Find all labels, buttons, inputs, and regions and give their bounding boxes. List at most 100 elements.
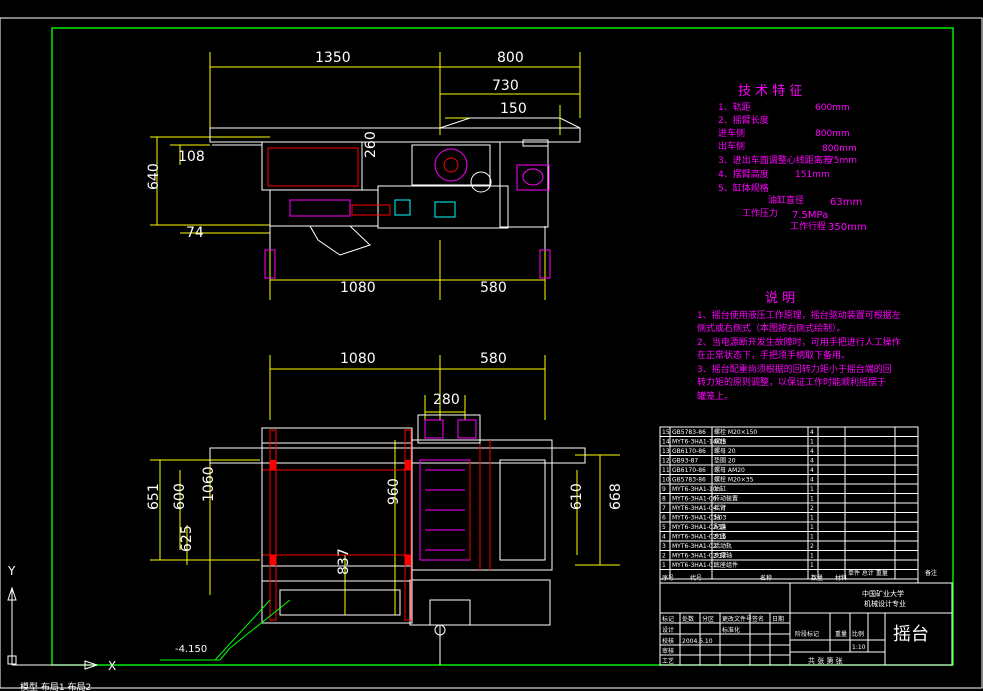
bom-cell-no: 3 bbox=[662, 543, 666, 550]
bom-cell-no: 7 bbox=[662, 505, 666, 512]
tb-header-2: 分区 bbox=[702, 615, 714, 623]
dim-top-1350: 1350 bbox=[315, 50, 351, 66]
bom-cell-name: 底座组件 bbox=[714, 561, 738, 569]
notes-title: 说 明 bbox=[765, 291, 795, 306]
bom-header-rem: 备注 bbox=[925, 569, 937, 577]
bom-cell-name: 轴 bbox=[714, 514, 720, 522]
cyl-value-3: 350mm bbox=[828, 222, 867, 233]
bom-cell-name: 支撑轴 bbox=[714, 552, 732, 560]
bom-cell-name: 螺栓 bbox=[714, 438, 726, 446]
bom-cell-qty: 1 bbox=[810, 486, 814, 493]
bom-cell-qty: 1 bbox=[810, 534, 814, 541]
dim-top-150: 150 bbox=[500, 101, 527, 117]
bom-cell-code: MYT6-3HA1-04 bbox=[672, 505, 717, 512]
ucs-icon: Y X bbox=[7, 564, 116, 673]
dim-bot-651: 651 bbox=[146, 483, 162, 510]
bom-cell-no: 8 bbox=[662, 496, 666, 503]
cyl-value-1: 63mm bbox=[830, 197, 862, 208]
dim-bot-668: 668 bbox=[608, 483, 624, 510]
dim-top-800: 800 bbox=[497, 50, 524, 66]
bom-header-name: 名称 bbox=[760, 574, 772, 582]
dim-top-580: 580 bbox=[480, 280, 507, 296]
bom-cell-qty: 1 bbox=[810, 524, 814, 531]
cyl-value-2: 7.5MPa bbox=[792, 210, 828, 221]
bom-cell-no: 6 bbox=[662, 515, 666, 522]
tech-item-5-value: 75mm bbox=[828, 156, 857, 166]
ucs-y-label: Y bbox=[7, 564, 16, 578]
tech-item-6-value: 151mm bbox=[795, 170, 830, 180]
bom-cell-no: 2 bbox=[662, 553, 666, 560]
cad-drawing-canvas[interactable]: 1350 800 730 150 108 260 640 7 4 1080 580 bbox=[0, 0, 983, 691]
bom-cell-no: 14 bbox=[662, 439, 670, 446]
dim-bot-625: 625 bbox=[179, 525, 195, 552]
tb-stage: 阶段标记 bbox=[795, 630, 819, 638]
dim-bot-580: 580 bbox=[480, 351, 507, 367]
title-block: 中国矿业大学 机械设计专业 摇台 标记 处数 分区 更改文件号 签名 日期 设计… bbox=[659, 582, 953, 666]
dim-top-108: 108 bbox=[178, 149, 205, 165]
tb-header-4: 签名 bbox=[752, 615, 764, 623]
bom-cell-no: 4 bbox=[662, 534, 666, 541]
tech-item-4-value: 800mm bbox=[822, 144, 857, 154]
dim-top-640: 640 bbox=[146, 163, 162, 190]
bom-table: 15 GB5783-86 螺栓 M20×150 414 MYT6-3HA1-14-15螺… bbox=[659, 426, 937, 584]
bom-cell-no: 11 bbox=[662, 467, 670, 474]
tech-item-1-name: 1、轨距 bbox=[718, 101, 751, 113]
bom-cell-code: GB93-87 bbox=[672, 458, 698, 465]
dim-top-1080: 1080 bbox=[340, 280, 376, 296]
dim-top-260: 260 bbox=[363, 131, 379, 158]
tb-scale: 1:10 bbox=[852, 644, 866, 651]
bom-cell-name: 螺母 20 bbox=[714, 447, 736, 455]
dim-bot-837: 837 bbox=[336, 548, 352, 575]
tech-item-5-name: 3、进出车面调整心线距离差 bbox=[718, 154, 832, 166]
tech-item-4-name: 出车侧 bbox=[718, 140, 745, 152]
layout-tabs[interactable]: 模型 布局1 布局2 bbox=[20, 681, 91, 691]
bom-cell-no: 1 bbox=[662, 562, 666, 569]
tb-university: 中国矿业大学 bbox=[862, 589, 904, 598]
cyl-label-3: 工作行程 bbox=[790, 220, 826, 232]
tb-role-design: 设计 bbox=[662, 626, 674, 634]
bom-header-no: 序号 bbox=[662, 574, 674, 582]
tb-subtitle: 机械设计专业 bbox=[864, 599, 906, 608]
notes: 说 明 1、摇台使用液压工作原理，摇台驱动装置可根据左 侧式或右侧式（本图按右侧… bbox=[697, 291, 901, 402]
bom-cell-qty: 4 bbox=[810, 448, 814, 455]
bottom-view: 1080 580 280 651 600 1060 625 960 837 61… bbox=[146, 351, 624, 665]
tb-date: 2004.6.10 bbox=[682, 638, 713, 645]
bom-cell-qty: 1 bbox=[810, 515, 814, 522]
bom-cell-code: GB6170-86 bbox=[672, 448, 706, 455]
tech-item-3-name: 进车侧 bbox=[718, 127, 745, 139]
dim-top-730: 730 bbox=[492, 78, 519, 94]
bom-cell-name: 支座 bbox=[714, 533, 726, 541]
ucs-x-label: X bbox=[108, 659, 116, 673]
tech-item-6-name: 4、摆臂高度 bbox=[718, 168, 769, 180]
bom-header-code: 代号 bbox=[690, 574, 702, 582]
bom-cell-qty: 1 bbox=[810, 562, 814, 569]
note-line-5: 3、摇台配重尚须根据的回转力矩小于摇台端的回 bbox=[697, 363, 892, 375]
bom-cell-code: MYT6-3HA1-01 bbox=[672, 562, 717, 569]
bom-cell-code: MYT6-3HA1-06 bbox=[672, 496, 717, 503]
bom-cell-name: 垫圈 20 bbox=[714, 457, 736, 465]
bom-cell-code: GB6170-86 bbox=[672, 467, 706, 474]
cyl-label-2: 工作压力 bbox=[742, 207, 778, 219]
cyl-label-1: 油缸直径 bbox=[768, 194, 804, 206]
note-line-7: 罐笼上。 bbox=[697, 390, 733, 402]
bom-cell-code: MYT6-3HA1-02 bbox=[672, 543, 717, 550]
bom-cell-qty: 1 bbox=[810, 439, 814, 446]
bom-cell-no: 5 bbox=[662, 524, 666, 531]
bom-cell-no: 13 bbox=[662, 448, 670, 455]
bom-cell-qty: 1 bbox=[810, 553, 814, 560]
tb-sheets: 共 张 第 张 bbox=[808, 656, 843, 665]
bom-cell-qty: 4 bbox=[810, 429, 814, 436]
dim-bot-960: 960 bbox=[386, 478, 402, 505]
bom-cell-qty: 1 bbox=[810, 496, 814, 503]
dim-bot-600: 600 bbox=[172, 483, 188, 510]
tb-role-review: 审核 bbox=[662, 647, 674, 655]
tech-item-3-value: 800mm bbox=[815, 129, 850, 139]
bom-header-mat: 材料 bbox=[835, 574, 847, 582]
bom-cell-name: 螺母 AM20 bbox=[714, 466, 745, 474]
bom-cell-name: 螺栓 M20×150 bbox=[714, 428, 757, 436]
bom-cell-name: 摇臂 bbox=[714, 504, 726, 512]
bom-cell-code: GB5783-86 bbox=[672, 477, 706, 484]
bom-cell-no: 15 bbox=[662, 429, 670, 436]
bom-cell-code: GB5783-86 bbox=[672, 429, 706, 436]
bom-cell-name: 油缸 bbox=[714, 485, 726, 493]
